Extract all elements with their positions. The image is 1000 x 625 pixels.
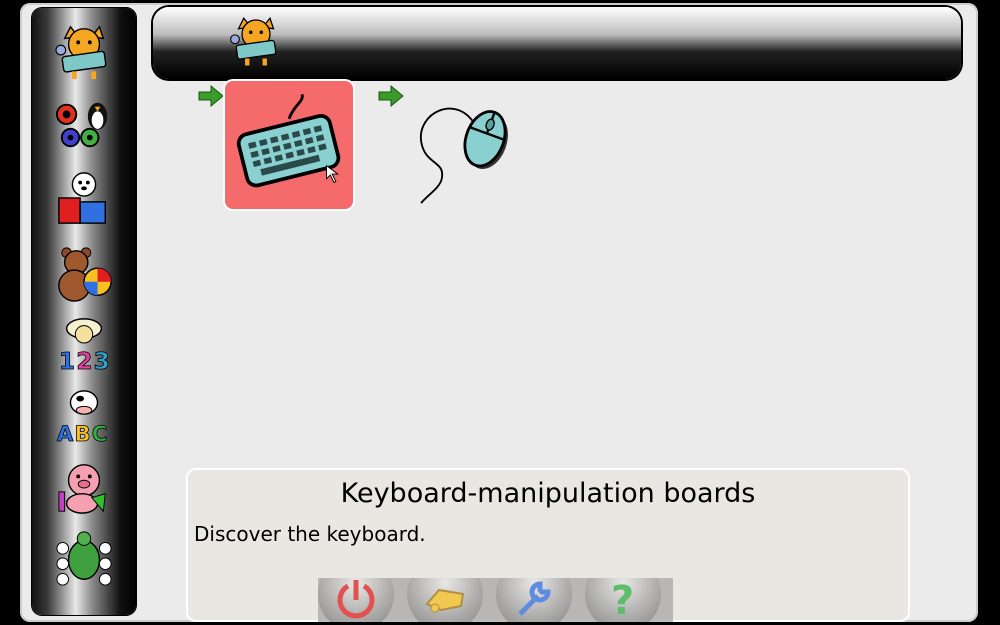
wrench-icon [518, 581, 551, 616]
svg-text:C: C [92, 422, 108, 445]
help-button[interactable]: ? [585, 578, 661, 622]
exit-button[interactable] [318, 578, 394, 622]
sidebar-item-computer-discovery[interactable] [48, 22, 120, 82]
board-mouse[interactable] [404, 81, 532, 209]
pig-icon [58, 464, 106, 514]
svg-text:2: 2 [76, 348, 92, 373]
svg-text:B: B [74, 422, 90, 445]
svg-text:3: 3 [94, 348, 110, 373]
svg-text:A: A [57, 422, 74, 445]
mouse-icon [420, 107, 508, 204]
cow-abc-icon: A B C [57, 390, 108, 445]
cat-keyboard-icon [230, 16, 277, 66]
svg-text:1: 1 [59, 348, 75, 373]
sheep-123-icon: 1 2 3 [58, 318, 110, 373]
about-icon [425, 588, 465, 613]
sidebar-item-fun[interactable] [48, 244, 120, 304]
main-window: 1 2 3 A B C Keyboard-manipulation boards… [20, 3, 978, 622]
about-button[interactable] [407, 578, 483, 622]
sidebar-item-reading[interactable]: A B C [48, 386, 120, 446]
keyboard-icon [236, 94, 341, 188]
board-title: Keyboard-manipulation boards [340, 478, 756, 509]
board-keyboard[interactable] [225, 81, 353, 209]
power-icon [337, 580, 375, 619]
sidebar-item-tux[interactable] [48, 528, 120, 588]
sidebar-item-math[interactable]: 1 2 3 [48, 314, 120, 374]
sidebar: 1 2 3 A B C [32, 8, 136, 615]
control-bar: ? [318, 578, 673, 622]
puzzle-bear-icon [58, 172, 106, 224]
config-button[interactable] [496, 578, 572, 622]
cat-keyboard-icon [55, 25, 107, 80]
board-description: Discover the keyboard. [194, 522, 426, 546]
svg-text:?: ? [611, 578, 634, 622]
turtle-icon [56, 531, 112, 586]
arrow-right-icon [378, 85, 404, 107]
gears-penguin-icon [55, 102, 108, 148]
help-icon: ? [611, 578, 634, 622]
section-header-bar [153, 7, 961, 79]
arrow-right-icon [198, 85, 224, 107]
sidebar-item-experiment[interactable] [48, 94, 120, 154]
sidebar-item-puzzle[interactable] [48, 168, 120, 228]
teddy-ball-icon [58, 247, 112, 302]
sidebar-item-strategy[interactable] [48, 458, 120, 518]
